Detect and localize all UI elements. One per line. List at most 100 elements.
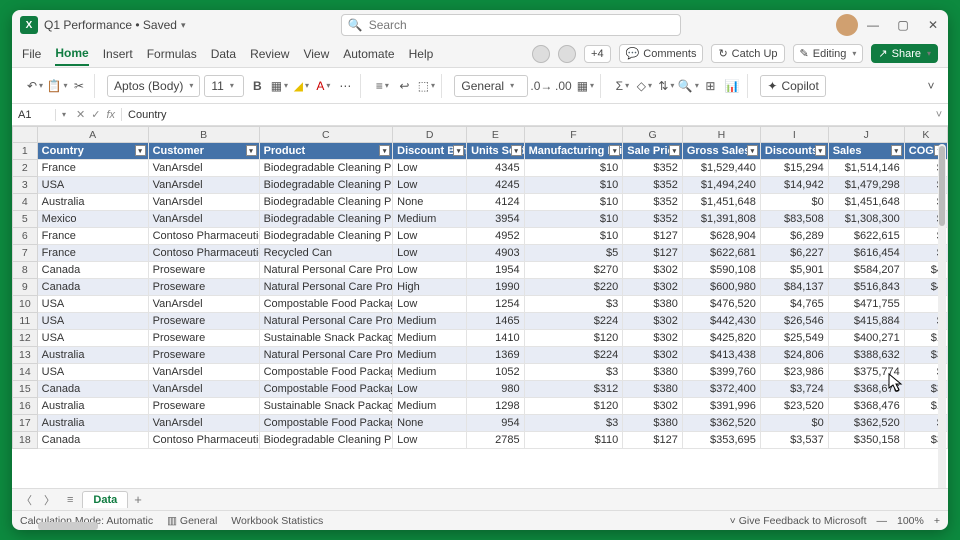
cell[interactable]: 1298: [467, 398, 525, 415]
cell[interactable]: 1410: [467, 330, 525, 347]
cell[interactable]: Biodegradable Cleaning Products: [259, 160, 393, 177]
cell[interactable]: Low: [393, 262, 467, 279]
cell[interactable]: $1,529,440: [682, 160, 760, 177]
cell[interactable]: $10: [524, 228, 623, 245]
cell[interactable]: $375,774: [828, 364, 904, 381]
more-font-button[interactable]: ⋯: [336, 77, 354, 95]
cell[interactable]: Medium: [393, 313, 467, 330]
cell[interactable]: $399,760: [682, 364, 760, 381]
cell[interactable]: France: [37, 228, 148, 245]
align-button[interactable]: ≡▾: [373, 77, 391, 95]
workbook-stats-label[interactable]: Workbook Statistics: [231, 515, 323, 527]
cell[interactable]: 1369: [467, 347, 525, 364]
row-header-14[interactable]: 14: [13, 364, 38, 381]
cell[interactable]: $24,806: [760, 347, 828, 364]
cell[interactable]: Canada: [37, 279, 148, 296]
cell[interactable]: Biodegradable Cleaning Products: [259, 228, 393, 245]
filter-icon[interactable]: ▾: [511, 145, 522, 156]
cell[interactable]: Compostable Food Packaging: [259, 381, 393, 398]
cell[interactable]: $26,546: [760, 313, 828, 330]
cell[interactable]: $127: [623, 432, 683, 449]
cell[interactable]: USA: [37, 364, 148, 381]
cell[interactable]: Proseware: [148, 279, 259, 296]
cell[interactable]: Proseware: [148, 262, 259, 279]
cell[interactable]: $391,996: [682, 398, 760, 415]
table-header[interactable]: Sale Price▾: [623, 143, 683, 160]
cell[interactable]: $3: [524, 364, 623, 381]
cell[interactable]: $362,520: [682, 415, 760, 432]
cell[interactable]: None: [393, 194, 467, 211]
cell[interactable]: $380: [623, 364, 683, 381]
accessibility-label[interactable]: ▥ General: [167, 515, 217, 527]
cell[interactable]: Low: [393, 160, 467, 177]
col-header-F[interactable]: F: [524, 127, 623, 143]
cell[interactable]: Canada: [37, 432, 148, 449]
cell[interactable]: $302: [623, 398, 683, 415]
cell[interactable]: Mexico: [37, 211, 148, 228]
cell[interactable]: 3954: [467, 211, 525, 228]
menu-tab-automate[interactable]: Automate: [343, 43, 394, 65]
cell[interactable]: USA: [37, 313, 148, 330]
increase-decimal-button[interactable]: .0→: [532, 77, 550, 95]
font-color-button[interactable]: A▾: [314, 77, 332, 95]
cell[interactable]: 4345: [467, 160, 525, 177]
minimize-button[interactable]: ―: [866, 18, 880, 32]
cell[interactable]: Australia: [37, 398, 148, 415]
filter-icon[interactable]: ▾: [379, 145, 390, 156]
cell[interactable]: $622,615: [828, 228, 904, 245]
row-header-13[interactable]: 13: [13, 347, 38, 364]
table-header[interactable]: Gross Sales▾: [682, 143, 760, 160]
cell[interactable]: Compostable Food Packaging: [259, 296, 393, 313]
cell[interactable]: $413,438: [682, 347, 760, 364]
enter-formula-icon[interactable]: ✓: [91, 108, 100, 121]
cell[interactable]: $388,632: [828, 347, 904, 364]
paste-button[interactable]: 📋▾: [48, 77, 66, 95]
fx-icon[interactable]: fx: [106, 109, 115, 121]
cell[interactable]: Biodegradable Cleaning Products: [259, 432, 393, 449]
cell[interactable]: 1990: [467, 279, 525, 296]
cell[interactable]: $1,514,146: [828, 160, 904, 177]
cell[interactable]: 1954: [467, 262, 525, 279]
font-family-select[interactable]: Aptos (Body)▾: [107, 75, 200, 97]
ribbon-collapse-button[interactable]: ˅: [922, 77, 940, 95]
presence-more[interactable]: +4: [584, 45, 611, 63]
row-header-6[interactable]: 6: [13, 228, 38, 245]
cell[interactable]: $628,904: [682, 228, 760, 245]
sheet-tab-data[interactable]: Data: [82, 491, 128, 508]
cell[interactable]: $302: [623, 347, 683, 364]
col-header-J[interactable]: J: [828, 127, 904, 143]
cell[interactable]: $224: [524, 347, 623, 364]
cell[interactable]: $0: [760, 194, 828, 211]
cell[interactable]: $352: [623, 160, 683, 177]
zoom-level[interactable]: 100%: [897, 515, 924, 527]
horizontal-scrollbar[interactable]: [38, 522, 98, 530]
cell[interactable]: $302: [623, 313, 683, 330]
cell[interactable]: $584,207: [828, 262, 904, 279]
cell[interactable]: 1052: [467, 364, 525, 381]
cell[interactable]: Australia: [37, 415, 148, 432]
cell[interactable]: USA: [37, 330, 148, 347]
cell[interactable]: $302: [623, 330, 683, 347]
cell[interactable]: $1,308,300: [828, 211, 904, 228]
wrap-text-button[interactable]: ↩: [395, 77, 413, 95]
row-header-1[interactable]: 1: [13, 143, 38, 160]
cell[interactable]: $600,980: [682, 279, 760, 296]
cell[interactable]: Australia: [37, 347, 148, 364]
col-header-G[interactable]: G: [623, 127, 683, 143]
cell[interactable]: 1254: [467, 296, 525, 313]
menu-tab-insert[interactable]: Insert: [103, 43, 133, 65]
cell[interactable]: Biodegradable Cleaning Products: [259, 177, 393, 194]
cell[interactable]: Recycled Can: [259, 245, 393, 262]
decrease-decimal-button[interactable]: .00: [554, 77, 572, 95]
menu-tab-home[interactable]: Home: [55, 42, 88, 66]
col-header-H[interactable]: H: [682, 127, 760, 143]
cell[interactable]: VanArsdel: [148, 194, 259, 211]
cell[interactable]: $1,451,648: [682, 194, 760, 211]
cell[interactable]: USA: [37, 296, 148, 313]
catchup-button[interactable]: ↻Catch Up: [711, 44, 784, 63]
cell[interactable]: $1,479,298: [828, 177, 904, 194]
cell[interactable]: $10: [524, 160, 623, 177]
feedback-link[interactable]: ˅ Give Feedback to Microsoft: [730, 515, 867, 527]
cell[interactable]: $127: [623, 245, 683, 262]
menu-tab-data[interactable]: Data: [211, 43, 236, 65]
